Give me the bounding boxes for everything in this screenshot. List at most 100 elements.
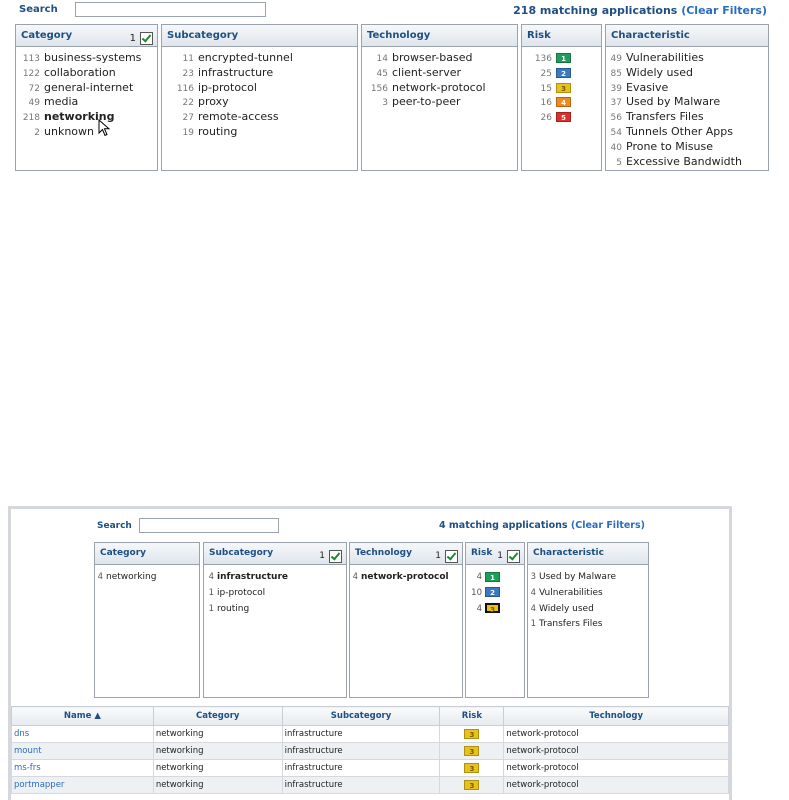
technology-filter-indicator[interactable]: 1 xyxy=(435,546,458,567)
item-label[interactable]: collaboration xyxy=(44,66,116,79)
item-label[interactable]: routing xyxy=(198,125,237,138)
subcategory-filter-indicator[interactable]: 1 xyxy=(319,546,342,567)
app-name-link[interactable]: ms-frs xyxy=(11,759,154,777)
item-label[interactable]: Vulnerabilities xyxy=(626,51,704,64)
list-item[interactable]: 49 Vulnerabilities xyxy=(606,51,768,66)
item-label[interactable]: networking xyxy=(106,572,156,582)
list-item[interactable]: 45 client-server xyxy=(362,66,517,81)
item-label[interactable]: network-protocol xyxy=(392,81,486,94)
list-item[interactable]: 156 network-protocol xyxy=(362,81,517,96)
column-header[interactable]: Name ▲ xyxy=(11,706,154,726)
list-item[interactable]: 10 2 xyxy=(466,586,524,602)
list-item[interactable]: 25 2 xyxy=(522,66,601,81)
item-label[interactable]: network-protocol xyxy=(361,572,449,582)
checkbox-checked-icon[interactable] xyxy=(140,32,153,45)
column-header[interactable]: Technology xyxy=(503,706,729,726)
list-item[interactable]: 22 proxy xyxy=(162,95,357,110)
list-item[interactable]: 11 encrypted-tunnel xyxy=(162,51,357,66)
risk-level-badge[interactable]: 2 xyxy=(485,587,500,598)
item-label[interactable]: ip-protocol xyxy=(217,588,265,598)
item-label[interactable]: Evasive xyxy=(626,81,668,94)
item-label[interactable]: Prone to Misuse xyxy=(626,140,713,153)
clear-filters-link[interactable]: (Clear Filters) xyxy=(681,4,767,17)
app-name-link[interactable]: portmapper xyxy=(11,776,154,794)
item-label[interactable]: routing xyxy=(217,604,249,614)
list-item[interactable]: 218 networking xyxy=(16,110,157,125)
app-name-link[interactable]: dns xyxy=(11,725,154,743)
checkbox-checked-icon[interactable] xyxy=(507,550,520,563)
list-item[interactable]: 85 Widely used xyxy=(606,66,768,81)
risk-level-badge[interactable]: 2 xyxy=(556,67,571,78)
list-item[interactable]: 2 unknown xyxy=(16,125,157,140)
list-item[interactable]: 14 browser-based xyxy=(362,51,517,66)
item-label[interactable]: ip-protocol xyxy=(198,81,257,94)
list-item[interactable]: 136 1 xyxy=(522,51,601,66)
risk-level-badge[interactable]: 5 xyxy=(556,112,571,123)
table-row[interactable]: ms-frs networking infrastructure 3 network-p… xyxy=(11,759,729,777)
item-label[interactable]: encrypted-tunnel xyxy=(198,51,293,64)
column-header[interactable]: Category xyxy=(152,706,283,726)
list-item[interactable]: 1 ip-protocol xyxy=(204,586,346,602)
item-label[interactable]: media xyxy=(44,95,78,108)
item-label[interactable]: infrastructure xyxy=(198,66,273,79)
item-label[interactable]: Tunnels Other Apps xyxy=(626,125,733,138)
list-item[interactable]: 23 infrastructure xyxy=(162,66,357,81)
item-label[interactable]: business-systems xyxy=(44,51,141,64)
list-item[interactable]: 26 5 xyxy=(522,110,601,125)
column-header[interactable]: Subcategory xyxy=(281,706,441,726)
search-input[interactable] xyxy=(139,518,279,533)
list-item[interactable]: 27 remote-access xyxy=(162,110,357,125)
list-item[interactable]: 15 3 xyxy=(522,81,601,96)
list-item[interactable]: 41 xyxy=(466,570,524,586)
item-label[interactable]: browser-based xyxy=(392,51,472,64)
item-label[interactable]: infrastructure xyxy=(217,572,288,582)
item-label[interactable]: Excessive Bandwidth xyxy=(626,155,742,168)
table-row[interactable]: dns networking infrastructure 3 network-prot… xyxy=(11,725,729,743)
list-item[interactable]: 122 collaboration xyxy=(16,66,157,81)
category-filter-indicator[interactable]: 1 xyxy=(130,28,153,49)
clear-filters-link[interactable]: (Clear Filters) xyxy=(571,520,645,531)
list-item[interactable]: 1 routing xyxy=(204,602,346,618)
list-item[interactable]: 3 Used by Malware xyxy=(528,570,648,586)
list-item[interactable]: 16 4 xyxy=(522,95,601,110)
list-item[interactable]: 72 general-internet xyxy=(16,81,157,96)
risk-filter-indicator[interactable]: 1 xyxy=(497,546,520,567)
list-item[interactable]: 56 Transfers Files xyxy=(606,110,768,125)
item-label[interactable]: remote-access xyxy=(198,110,279,123)
item-label[interactable]: Transfers Files xyxy=(539,619,603,629)
item-label[interactable]: Used by Malware xyxy=(539,572,616,582)
list-item[interactable]: 1 Transfers Files xyxy=(528,617,648,633)
risk-level-badge[interactable]: 3 xyxy=(485,603,500,614)
table-row[interactable]: portmapper networking infrastructure 3 netwo… xyxy=(11,776,729,794)
table-row[interactable]: mount networking infrastructure 3 network-pr… xyxy=(11,742,729,760)
list-item[interactable]: 43 xyxy=(466,602,524,618)
risk-level-badge[interactable]: 3 xyxy=(556,82,571,93)
risk-level-badge[interactable]: 4 xyxy=(556,97,571,108)
list-item[interactable]: 4 Widely used xyxy=(528,602,648,618)
list-item[interactable]: 113 business-systems xyxy=(16,51,157,66)
search-input[interactable] xyxy=(75,2,266,17)
item-label[interactable]: Widely used xyxy=(539,604,594,614)
list-item[interactable]: 54 Tunnels Other Apps xyxy=(606,125,768,140)
item-label[interactable]: general-internet xyxy=(44,81,133,94)
item-label[interactable]: unknown xyxy=(44,125,94,138)
list-item[interactable]: 49 media xyxy=(16,95,157,110)
checkbox-checked-icon[interactable] xyxy=(445,550,458,563)
risk-level-badge[interactable]: 1 xyxy=(556,53,571,63)
risk-level-badge[interactable]: 1 xyxy=(485,571,500,582)
item-label[interactable]: Vulnerabilities xyxy=(539,588,603,598)
item-label[interactable]: proxy xyxy=(198,95,229,108)
column-header[interactable]: Risk xyxy=(439,706,505,726)
list-item[interactable]: 40 Prone to Misuse xyxy=(606,140,768,155)
list-item[interactable]: 116 ip-protocol xyxy=(162,81,357,96)
list-item[interactable]: 39 Evasive xyxy=(606,81,768,96)
checkbox-checked-icon[interactable] xyxy=(329,550,342,563)
item-label[interactable]: peer-to-peer xyxy=(392,95,461,108)
list-item[interactable]: 4 infrastructure xyxy=(204,570,346,586)
item-label[interactable]: Transfers Files xyxy=(626,110,704,123)
item-label[interactable]: Widely used xyxy=(626,66,693,79)
list-item[interactable]: 5 Excessive Bandwidth xyxy=(606,155,768,170)
item-label[interactable]: client-server xyxy=(392,66,461,79)
item-label[interactable]: Used by Malware xyxy=(626,95,720,108)
list-item[interactable]: 4 networking xyxy=(95,570,199,586)
